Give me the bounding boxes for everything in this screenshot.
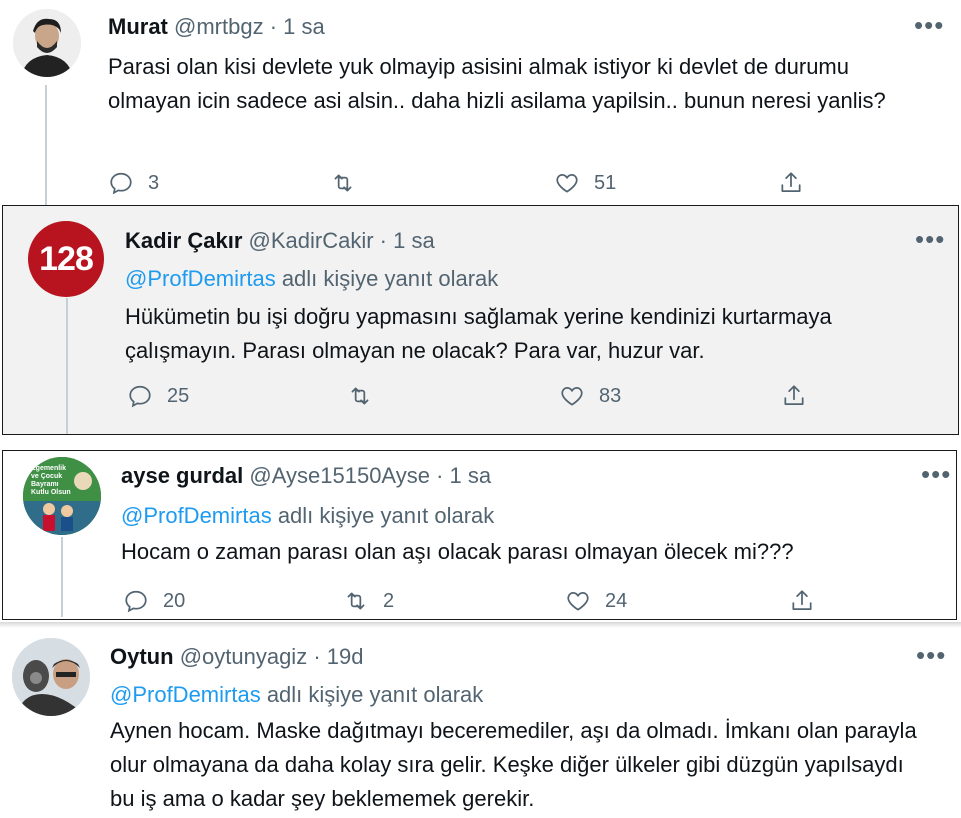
- author-handle[interactable]: @oytunyagiz: [180, 644, 308, 669]
- thread-line: [66, 298, 68, 434]
- reply-button[interactable]: 20: [123, 588, 185, 614]
- reply-icon: [129, 385, 151, 408]
- share-icon: [792, 590, 812, 610]
- heart-icon: [556, 174, 578, 193]
- thread-line: [45, 85, 47, 205]
- like-count: 51: [594, 171, 617, 194]
- reply-icon: [110, 172, 132, 195]
- timestamp[interactable]: · 1 sa: [270, 14, 325, 39]
- timestamp[interactable]: · 19d: [313, 644, 363, 669]
- reply-count: 25: [167, 384, 190, 407]
- like-button[interactable]: 83: [559, 383, 621, 409]
- action-bar: 25 83: [127, 383, 847, 413]
- reply-label: adlı kişiye yanıt olarak: [271, 503, 495, 528]
- more-options-icon[interactable]: •••: [916, 642, 946, 668]
- person-photo-icon: [13, 9, 81, 77]
- mention-link[interactable]: @ProfDemirtas: [121, 503, 272, 528]
- tweet-text: Hükümetin bu işi doğru yapmasını sağlama…: [125, 304, 832, 363]
- action-bar: 20 2 24: [123, 588, 843, 618]
- mention-link[interactable]: @ProfDemirtas: [125, 266, 276, 291]
- tweet-header: Oytun @oytunyagiz · 19d: [110, 644, 363, 670]
- tweet-kadir[interactable]: 128 Kadir Çakır @KadirCakir · 1 sa ••• @…: [2, 205, 959, 435]
- tweet-ayse[interactable]: Egemenlik ve Çocuk Bayramı Kutlu Olsun a…: [2, 450, 957, 620]
- more-options-icon[interactable]: •••: [921, 461, 951, 487]
- author-handle[interactable]: @KadirCakir: [249, 228, 374, 253]
- more-options-icon[interactable]: •••: [914, 12, 944, 38]
- retweet-icon: [351, 387, 369, 405]
- mention-link[interactable]: @ProfDemirtas: [110, 682, 261, 707]
- avatar[interactable]: [12, 638, 90, 716]
- heart-icon: [567, 592, 589, 611]
- avatar-badge-text: 128: [39, 239, 94, 278]
- avatar[interactable]: Egemenlik ve Çocuk Bayramı Kutlu Olsun: [23, 457, 101, 535]
- share-button[interactable]: [778, 170, 804, 196]
- retweet-count: 2: [383, 589, 395, 612]
- retweet-icon: [347, 592, 365, 610]
- author-name[interactable]: Oytun: [110, 644, 174, 669]
- like-count: 24: [605, 589, 628, 612]
- author-handle[interactable]: @Ayse15150Ayse: [249, 463, 430, 488]
- reply-icon: [125, 590, 147, 613]
- reply-count: 3: [148, 171, 160, 194]
- share-button[interactable]: [781, 383, 807, 409]
- tweet-text: Parasi olan kisi devlete yuk olmayip asi…: [108, 54, 886, 113]
- timestamp[interactable]: · 1 sa: [436, 463, 491, 488]
- timestamp[interactable]: · 1 sa: [380, 228, 435, 253]
- heart-icon: [561, 387, 583, 406]
- tweet-text: Hocam o zaman parası olan aşı olacak par…: [121, 539, 794, 564]
- action-bar: 3 51: [108, 170, 828, 200]
- tweet-oytun[interactable]: Oytun @oytunyagiz · 19d ••• @ProfDemirta…: [0, 628, 961, 818]
- reply-button[interactable]: 25: [127, 383, 189, 409]
- share-icon: [781, 172, 801, 192]
- reply-count: 20: [163, 589, 186, 612]
- more-options-icon[interactable]: •••: [915, 226, 945, 252]
- avatar[interactable]: 128: [28, 221, 104, 297]
- author-name[interactable]: Murat: [108, 14, 168, 39]
- tweet-header: ayse gurdal @Ayse15150Ayse · 1 sa: [121, 463, 491, 489]
- person-photo-icon: [12, 638, 90, 716]
- share-button[interactable]: [789, 588, 815, 614]
- share-icon: [784, 385, 804, 405]
- reply-label: adlı kişiye yanıt olarak: [275, 266, 499, 291]
- like-button[interactable]: 24: [565, 588, 627, 614]
- avatar-poster-text: Egemenlik ve Çocuk Bayramı Kutlu Olsun: [31, 465, 71, 496]
- reply-context: @ProfDemirtas adlı kişiye yanıt olarak: [110, 682, 483, 708]
- author-name[interactable]: Kadir Çakır: [125, 228, 242, 253]
- tweet-header: Murat @mrtbgz · 1 sa: [108, 14, 325, 40]
- tweet-murat[interactable]: Murat @mrtbgz · 1 sa ••• Parasi olan kis…: [0, 0, 961, 205]
- author-handle[interactable]: @mrtbgz: [174, 14, 264, 39]
- retweet-button[interactable]: [330, 170, 370, 196]
- avatar[interactable]: [13, 9, 81, 77]
- like-button[interactable]: 51: [554, 170, 616, 196]
- like-count: 83: [599, 384, 622, 407]
- retweet-button[interactable]: [347, 383, 387, 409]
- thread-line: [61, 537, 63, 617]
- author-name[interactable]: ayse gurdal: [121, 463, 243, 488]
- reply-button[interactable]: 3: [108, 170, 159, 196]
- retweet-icon: [334, 174, 352, 192]
- reply-context: @ProfDemirtas adlı kişiye yanıt olarak: [121, 503, 494, 529]
- reply-context: @ProfDemirtas adlı kişiye yanıt olarak: [125, 266, 498, 292]
- retweet-button[interactable]: 2: [343, 588, 394, 614]
- tweet-text: Aynen hocam. Maske dağıtmayı beceremedil…: [110, 718, 917, 811]
- reply-label: adlı kişiye yanıt olarak: [260, 682, 484, 707]
- tweet-header: Kadir Çakır @KadirCakir · 1 sa: [125, 228, 435, 254]
